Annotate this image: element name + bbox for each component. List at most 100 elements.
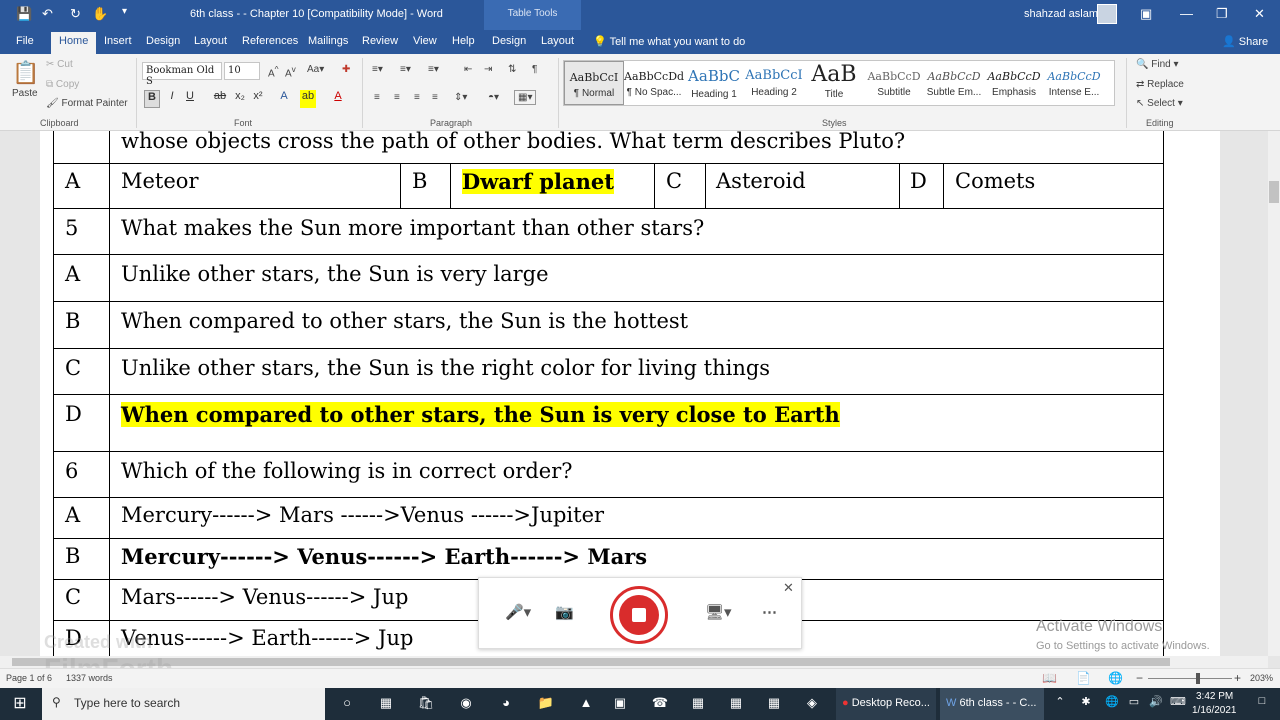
numbering-icon[interactable]: ≡▾ <box>400 64 411 75</box>
multilevel-list-icon[interactable]: ≡▾ <box>428 64 439 75</box>
strikethrough-button[interactable]: ab <box>212 90 228 108</box>
folder-icon[interactable]: 📁 <box>536 695 556 713</box>
touch-mode-icon[interactable]: ✋ <box>92 6 108 22</box>
copy-button[interactable]: ⧉ Copy <box>46 79 79 90</box>
font-size-box[interactable]: 10 <box>224 62 260 80</box>
decrease-indent-icon[interactable]: ⇤ <box>464 64 472 75</box>
store-icon[interactable]: 🛍 <box>416 695 436 713</box>
font-color-button[interactable]: A <box>330 90 346 108</box>
bullets-icon[interactable]: ≡▾ <box>372 64 383 75</box>
replace-button[interactable]: ⇄ Replace <box>1136 79 1184 90</box>
bold-button[interactable]: B <box>144 90 160 108</box>
minimize-icon[interactable]: — <box>1180 6 1193 21</box>
select-button[interactable]: ↖ Select ▾ <box>1136 98 1183 109</box>
grow-font-button[interactable]: A^ <box>268 64 279 79</box>
clock-time[interactable]: 3:42 PM <box>1196 691 1233 702</box>
share-button[interactable]: 👤 Share <box>1222 35 1268 48</box>
sort-icon[interactable]: ⇅ <box>508 64 516 75</box>
style-intense-emphasis[interactable]: AaBbCcD Intense E... <box>1044 61 1104 105</box>
style-heading-2[interactable]: AaBbCcI Heading 2 <box>744 61 804 105</box>
screen-icon[interactable]: 🖥▾ <box>705 603 732 621</box>
vertical-scrollbar[interactable] <box>1268 131 1280 656</box>
tell-me-search[interactable]: 💡 Tell me what you want to do <box>593 35 745 48</box>
zoom-in-icon[interactable]: + <box>1234 671 1241 685</box>
underline-button[interactable]: U <box>182 90 198 108</box>
word-count[interactable]: 1337 words <box>66 673 113 683</box>
show-marks-icon[interactable]: ¶ <box>532 64 537 75</box>
undo-icon[interactable]: ↶ <box>42 6 53 22</box>
style-emphasis[interactable]: AaBbCcD Emphasis <box>984 61 1044 105</box>
clear-formatting-icon[interactable]: ✚ <box>342 64 350 75</box>
globe-icon[interactable]: 🌐 <box>1102 695 1122 713</box>
superscript-button[interactable]: x² <box>250 90 266 108</box>
chevron-up-icon[interactable]: ⌃ <box>1050 695 1070 713</box>
taskbar-app-word[interactable]: W 6th class - - C... <box>940 688 1044 720</box>
zoom-level[interactable]: 203% <box>1250 673 1273 683</box>
change-case-button[interactable]: Aa▾ <box>307 64 324 75</box>
tab-references[interactable]: References <box>242 35 298 47</box>
style-title[interactable]: AaB Title <box>804 61 864 105</box>
chrome-icon[interactable]: ◉ <box>456 695 476 713</box>
camera-icon[interactable]: 📷 <box>555 603 574 621</box>
volume-icon[interactable]: 🔊 <box>1146 695 1166 713</box>
app-icon[interactable]: ▦ <box>764 695 784 713</box>
display-icon[interactable]: ▭ <box>1124 695 1144 713</box>
customize-toolbar-icon[interactable]: ▾ <box>122 6 127 17</box>
align-right-icon[interactable]: ≡ <box>414 92 420 103</box>
shrink-font-button[interactable]: Av <box>285 64 296 79</box>
close-icon[interactable]: ✕ <box>1254 6 1265 22</box>
horizontal-scrollbar[interactable] <box>0 656 1268 668</box>
align-center-icon[interactable]: ≡ <box>394 92 400 103</box>
restore-icon[interactable]: ❐ <box>1216 6 1228 22</box>
cut-button[interactable]: ✂ Cut <box>46 59 73 70</box>
zoom-out-icon[interactable]: − <box>1136 671 1143 685</box>
style-no-spacing[interactable]: AaBbCcDd ¶ No Spac... <box>624 61 684 105</box>
taskbar-search[interactable]: ⚲ Type here to search <box>42 688 325 720</box>
task-view-icon[interactable]: ▦ <box>376 695 396 713</box>
stop-recording-button[interactable] <box>610 586 668 644</box>
scroll-thumb[interactable] <box>1269 181 1279 203</box>
ribbon-display-icon[interactable]: ▣ <box>1140 6 1152 22</box>
style-subtitle[interactable]: AaBbCcD Subtitle <box>864 61 924 105</box>
save-icon[interactable]: 💾 <box>16 6 32 22</box>
tab-layout[interactable]: Layout <box>194 35 227 47</box>
tab-home[interactable]: Home <box>51 32 97 54</box>
find-button[interactable]: 🔍 Find ▾ <box>1136 59 1179 70</box>
format-painter-button[interactable]: 🖌 Format Painter <box>46 98 128 109</box>
tab-file[interactable]: File <box>16 35 34 47</box>
avatar[interactable] <box>1097 4 1117 24</box>
read-mode-icon[interactable]: 📖 <box>1042 671 1057 685</box>
shading-icon[interactable]: ◓▾ <box>488 92 499 103</box>
zoom-slider[interactable] <box>1148 678 1232 679</box>
taskbar-app-recorder[interactable]: ● Desktop Reco... <box>836 688 936 720</box>
subscript-button[interactable]: x₂ <box>232 90 248 108</box>
edge-icon[interactable]: ◕ <box>496 695 516 713</box>
photoshop-icon[interactable]: ▣ <box>610 695 630 713</box>
keyboard-icon[interactable]: ⌨ <box>1168 695 1188 713</box>
borders-icon[interactable]: ▦▾ <box>514 90 537 105</box>
font-name-box[interactable]: Bookman Old S <box>142 62 222 87</box>
microphone-icon[interactable]: 🎤▾ <box>505 603 531 621</box>
user-name[interactable]: shahzad aslam <box>1024 8 1098 20</box>
redo-icon[interactable]: ↻ <box>70 6 81 22</box>
tab-mailings[interactable]: Mailings <box>308 35 348 47</box>
print-layout-icon[interactable]: 📄 <box>1076 671 1091 685</box>
paste-icon[interactable]: 📋 <box>12 60 39 86</box>
tab-view[interactable]: View <box>413 35 437 47</box>
bluetooth-icon[interactable]: ✱ <box>1076 695 1096 713</box>
scroll-thumb[interactable] <box>12 658 1170 666</box>
clock-date[interactable]: 1/16/2021 <box>1192 705 1237 716</box>
tab-review[interactable]: Review <box>362 35 398 47</box>
app-icon[interactable]: ▦ <box>688 695 708 713</box>
align-left-icon[interactable]: ≡ <box>374 92 380 103</box>
italic-button[interactable]: I <box>164 90 180 108</box>
justify-icon[interactable]: ≡ <box>432 92 438 103</box>
web-layout-icon[interactable]: 🌐 <box>1108 671 1123 685</box>
notifications-icon[interactable]: □ <box>1252 695 1272 713</box>
more-options-icon[interactable]: ⋯ <box>762 603 777 621</box>
tab-insert[interactable]: Insert <box>104 35 132 47</box>
cortana-icon[interactable]: ○ <box>337 695 357 713</box>
highlight-button[interactable]: ab <box>300 90 316 108</box>
close-icon[interactable]: ✕ <box>783 580 794 596</box>
paste-button[interactable]: Paste <box>12 88 38 99</box>
